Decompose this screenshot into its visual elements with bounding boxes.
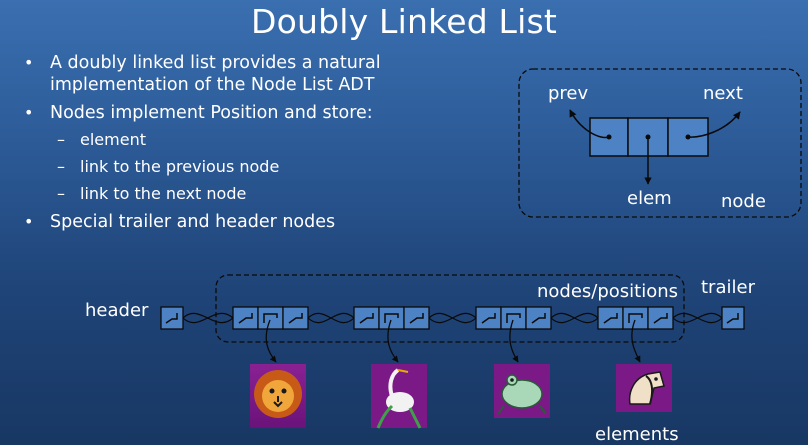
frog-icon: [494, 364, 550, 418]
list-node-1: [232, 306, 309, 330]
list-node-2: [353, 306, 430, 330]
header-node: [160, 306, 184, 330]
list-node-4: [597, 306, 674, 330]
nodes-positions-label: nodes/positions: [537, 281, 679, 302]
horse-icon: [616, 364, 672, 412]
header-label: header: [85, 300, 149, 321]
lion-icon: [250, 364, 306, 428]
trailer-label: trailer: [701, 277, 755, 298]
next-label: next: [703, 83, 743, 104]
list-node-3: [475, 306, 552, 330]
node-label: node: [721, 191, 766, 212]
trailer-node: [721, 306, 745, 330]
heron-icon: [371, 364, 427, 429]
element-pointers: [265, 319, 641, 363]
diagram-canvas: [160, 68, 802, 429]
elem-label: elem: [627, 188, 672, 209]
elements-label: elements: [595, 424, 679, 445]
prev-label: prev: [548, 83, 589, 104]
